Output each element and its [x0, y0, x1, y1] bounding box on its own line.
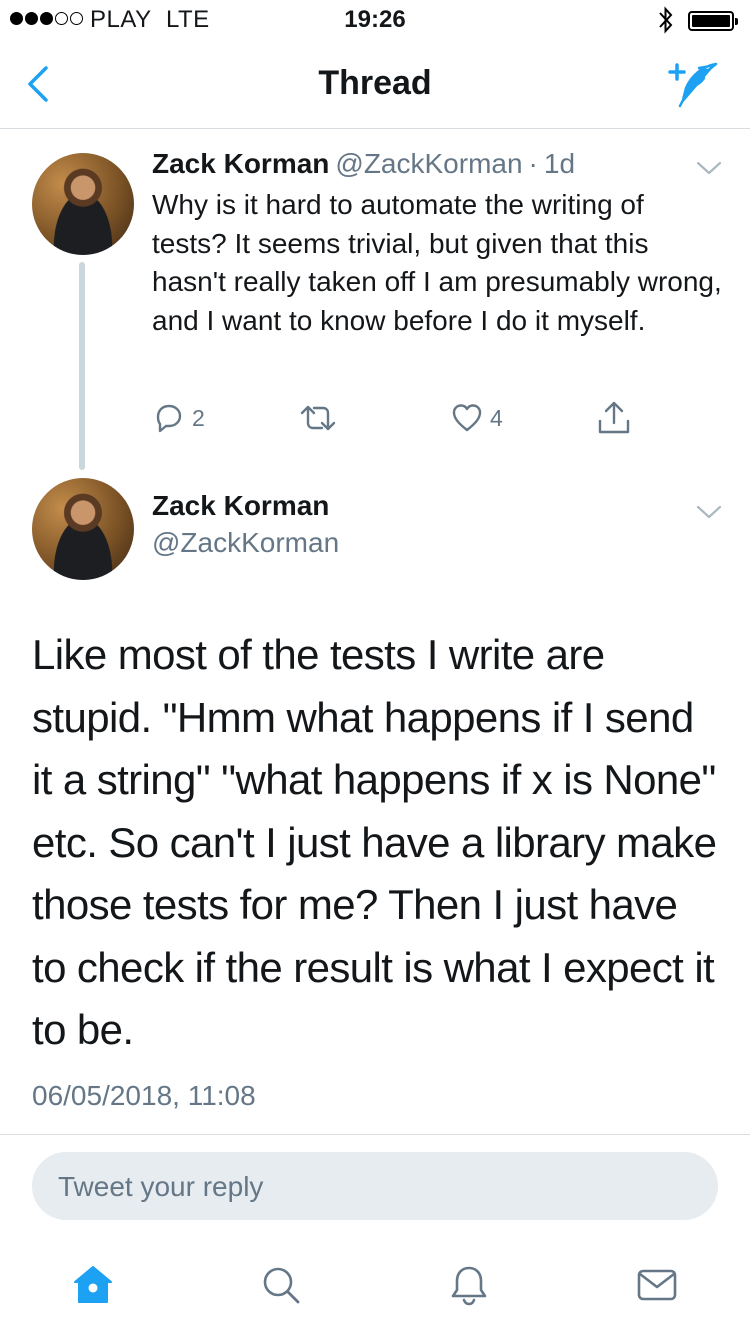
- thread-connector-line: [79, 262, 85, 470]
- tab-bar: [0, 1240, 750, 1334]
- reply-input[interactable]: Tweet your reply: [32, 1152, 718, 1220]
- reply-placeholder: Tweet your reply: [58, 1171, 264, 1202]
- status-time: 19:26: [344, 6, 406, 33]
- search-icon[interactable]: [258, 1262, 304, 1308]
- share-icon: [598, 401, 630, 434]
- reply-count: 2: [192, 404, 205, 431]
- status-bar: PLAY LTE 19:26: [0, 0, 750, 40]
- tweet-age: 1d: [543, 148, 576, 179]
- author-name[interactable]: Zack Korman: [152, 148, 329, 179]
- tweet-timestamp: 06/05/2018, 11:08: [32, 1080, 256, 1111]
- bluetooth-icon: [659, 6, 673, 34]
- retweet-icon: [300, 405, 336, 431]
- like-count: 4: [490, 404, 503, 431]
- compose-tweet-icon[interactable]: [664, 58, 724, 110]
- chevron-down-icon[interactable]: [696, 160, 722, 176]
- like-button[interactable]: 4: [450, 398, 503, 438]
- heart-icon: [452, 404, 482, 432]
- page-title: Thread: [318, 64, 432, 102]
- author-name[interactable]: Zack Korman: [152, 490, 329, 522]
- avatar[interactable]: [32, 153, 134, 255]
- time-separator: ·: [528, 148, 538, 179]
- tweet-text: Like most of the tests I write are stupi…: [32, 631, 717, 1053]
- share-button[interactable]: [596, 398, 632, 438]
- navigation-bar: Thread: [0, 40, 750, 129]
- tweet-header: Zack Korman @ZackKorman · 1d: [152, 148, 575, 180]
- avatar[interactable]: [32, 478, 134, 580]
- divider: [0, 1134, 750, 1135]
- author-handle[interactable]: @ZackKorman: [335, 148, 522, 179]
- reply-icon: [156, 404, 182, 433]
- battery-icon: [688, 11, 738, 31]
- messages-icon[interactable]: [634, 1262, 680, 1308]
- notifications-icon[interactable]: [446, 1262, 492, 1308]
- chevron-down-icon[interactable]: [696, 504, 722, 520]
- author-handle[interactable]: @ZackKorman: [152, 527, 339, 559]
- reply-button[interactable]: 2: [152, 398, 205, 438]
- retweet-button[interactable]: [298, 398, 344, 438]
- tweet-text: Why is it hard to automate the writing o…: [152, 189, 722, 336]
- home-icon[interactable]: [70, 1262, 116, 1308]
